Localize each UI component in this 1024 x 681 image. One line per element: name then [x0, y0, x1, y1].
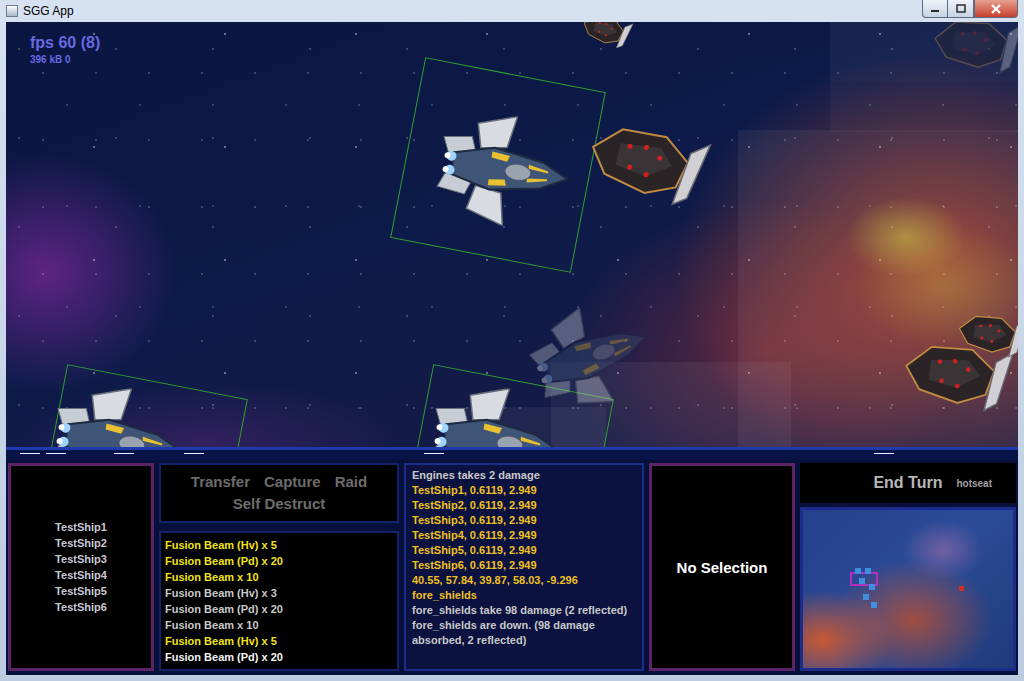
memory-counter: 396 kB 0 — [30, 54, 100, 65]
fleet-item[interactable]: TestShip4 — [55, 567, 107, 583]
player-marker — [869, 584, 875, 590]
actions-list: Transfer Capture Raid Self Destruct — [179, 471, 379, 515]
log-line: 40.55, 57.84, 39.87, 58.03, -9.296 — [412, 573, 636, 588]
player-marker — [859, 578, 865, 584]
weapon-item[interactable]: Fusion Beam (Hv) x 3 — [165, 585, 393, 601]
log-line: TestShip5, 0.6119, 2.949 — [412, 543, 636, 558]
player-ship-icon — [425, 106, 579, 234]
weapons-list: Fusion Beam (Hv) x 5Fusion Beam (Pd) x 2… — [159, 531, 399, 671]
actions-panel: Transfer Capture Raid Self Destruct — [159, 463, 399, 523]
weapon-item[interactable]: Fusion Beam x 10 — [165, 569, 393, 585]
app-window: SGG Appfps 60 (8)396 kB 0TestShip1TestSh… — [0, 0, 1024, 681]
turn-column: End Turn hotseat — [800, 463, 1016, 671]
action-button[interactable]: Transfer — [191, 471, 250, 493]
game-mode: hotseat — [956, 478, 992, 489]
maximize-button[interactable] — [948, 0, 974, 18]
fps-counter: fps 60 (8) — [30, 34, 100, 52]
player-ship[interactable] — [425, 106, 579, 234]
fleet-item[interactable]: TestShip6 — [55, 599, 107, 615]
hud: TestShip1TestShip2TestShip3TestShip4Test… — [6, 447, 1018, 675]
combat-log: Engines takes 2 damageTestShip1, 0.6119,… — [404, 463, 644, 671]
player-marker — [865, 568, 871, 574]
maximize-icon — [956, 4, 966, 13]
title-area: SGG App — [6, 0, 74, 18]
weapon-item[interactable]: Fusion Beam (Hv) x 5 — [165, 537, 393, 553]
minimap[interactable] — [800, 507, 1016, 671]
title-bar: SGG App — [6, 0, 1018, 22]
timeline-tick — [424, 453, 444, 454]
app-icon — [6, 5, 18, 17]
timeline-tick — [46, 453, 66, 454]
turn-panel: End Turn hotseat — [800, 463, 1016, 503]
log-line: fore_shields take 98 damage (2 reflected… — [412, 603, 636, 618]
fleet-item[interactable]: TestShip3 — [55, 551, 107, 567]
log-line: TestShip6, 0.6119, 2.949 — [412, 558, 636, 573]
player-marker — [871, 602, 877, 608]
player-marker — [863, 594, 869, 600]
game-view[interactable]: fps 60 (8) 396 kB 0 — [6, 22, 1018, 447]
hud-panels: TestShip1TestShip2TestShip3TestShip4Test… — [6, 460, 1018, 675]
close-button[interactable] — [974, 0, 1018, 18]
enemy-marker — [959, 586, 964, 591]
log-line: fore_shields — [412, 588, 636, 603]
window-controls — [922, 0, 1018, 18]
log-line: TestShip1, 0.6119, 2.949 — [412, 483, 636, 498]
action-column: Transfer Capture Raid Self Destruct Fusion B… — [159, 463, 399, 671]
end-turn-button[interactable]: End Turn — [873, 474, 942, 492]
timeline-tick — [114, 453, 134, 454]
action-button[interactable]: Self Destruct — [233, 493, 326, 515]
log-line: fore_shields are down. (98 damage absorb… — [412, 618, 636, 648]
selection-panel: No Selection — [649, 463, 795, 671]
minimize-button[interactable] — [922, 0, 948, 18]
action-button[interactable]: Raid — [335, 471, 368, 493]
weapon-item[interactable]: Fusion Beam x 10 — [165, 617, 393, 633]
fleet-item[interactable]: TestShip2 — [55, 535, 107, 551]
window-title: SGG App — [23, 4, 74, 18]
timeline-tick — [20, 453, 40, 454]
timeline-bar — [6, 447, 1018, 460]
weapon-item[interactable]: Fusion Beam (Pd) x 20 — [165, 601, 393, 617]
minimize-icon — [930, 5, 940, 13]
log-line: TestShip4, 0.6119, 2.949 — [412, 528, 636, 543]
weapon-item[interactable]: Fusion Beam (Pd) x 20 — [165, 649, 393, 665]
log-line: Engines takes 2 damage — [412, 468, 636, 483]
selection-label: No Selection — [677, 559, 768, 576]
weapon-item[interactable]: Fusion Beam (Pd) x 20 — [165, 553, 393, 569]
fleet-panel: TestShip1TestShip2TestShip3TestShip4Test… — [8, 463, 154, 671]
action-button[interactable]: Capture — [264, 471, 321, 493]
log-line: TestShip3, 0.6119, 2.949 — [412, 513, 636, 528]
fog-block — [830, 82, 1018, 132]
fleet-item[interactable]: TestShip1 — [55, 519, 107, 535]
close-icon — [990, 4, 1002, 14]
player-marker — [855, 568, 861, 574]
timeline-tick — [874, 453, 894, 454]
log-line: TestShip2, 0.6119, 2.949 — [412, 498, 636, 513]
timeline-tick — [184, 453, 204, 454]
weapon-item[interactable]: Fusion Beam (Hv) x 5 — [165, 633, 393, 649]
debug-stats: fps 60 (8) 396 kB 0 — [30, 34, 100, 65]
fleet-item[interactable]: TestShip5 — [55, 583, 107, 599]
